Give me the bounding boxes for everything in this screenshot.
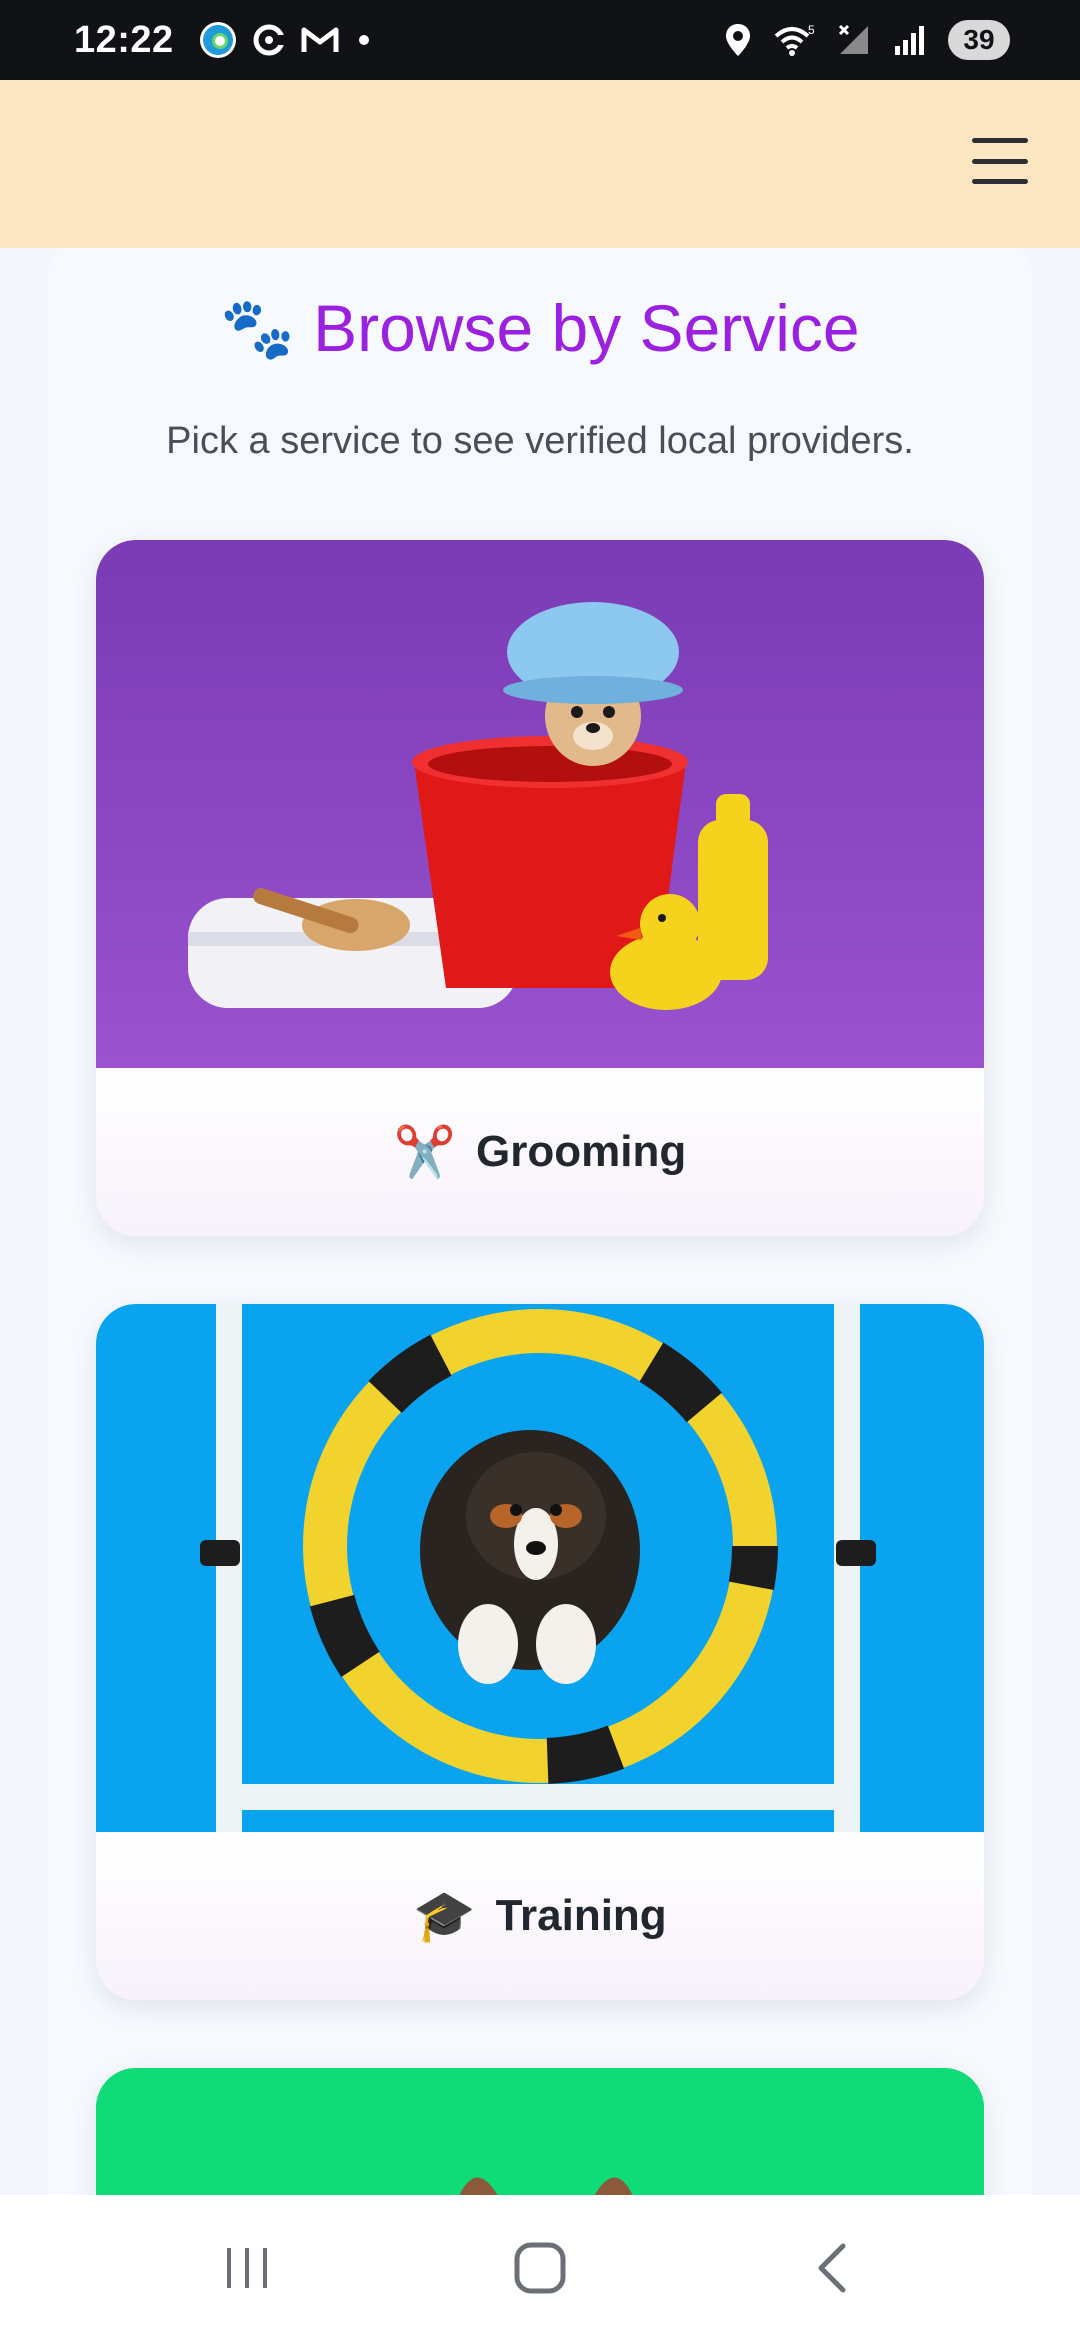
menu-line bbox=[972, 158, 1028, 164]
scissors-icon: ✂️ bbox=[393, 1123, 457, 1180]
system-nav-bar bbox=[0, 2195, 1080, 2340]
location-icon bbox=[726, 24, 750, 56]
menu-line bbox=[972, 138, 1028, 143]
home-icon[interactable] bbox=[480, 2228, 600, 2308]
svg-text:5: 5 bbox=[808, 23, 815, 37]
section-title-text: Browse by Service bbox=[313, 291, 860, 365]
hamburger-menu-icon[interactable] bbox=[972, 138, 1028, 184]
card-label-training: 🎓 Training bbox=[96, 1832, 984, 2000]
service-name: Grooming bbox=[476, 1127, 687, 1176]
gmail-icon bbox=[301, 27, 339, 52]
wifi-icon: 5 bbox=[774, 23, 815, 56]
training-illustration bbox=[96, 1304, 984, 1832]
battery-icon: 39 bbox=[948, 20, 1010, 60]
status-right: 5 39 bbox=[724, 20, 1010, 60]
main-content[interactable]: 🐾 Browse by Service Pick a service to se… bbox=[0, 248, 1080, 2195]
dot-icon bbox=[358, 35, 369, 45]
training-photo bbox=[96, 1304, 984, 1832]
status-bar: 12:22 5 39 bbox=[0, 0, 1080, 80]
card-label-grooming: ✂️ Grooming bbox=[96, 1068, 984, 1236]
grooming-illustration bbox=[96, 540, 984, 1068]
recents-icon[interactable] bbox=[187, 2228, 307, 2308]
c-app-icon bbox=[253, 24, 286, 56]
service-photo bbox=[96, 2068, 984, 2195]
service-card-3[interactable] bbox=[96, 2068, 984, 2195]
section-title: 🐾 Browse by Service bbox=[0, 290, 1080, 366]
back-icon[interactable] bbox=[773, 2228, 893, 2308]
signal-icon bbox=[895, 26, 924, 55]
edge-icon bbox=[199, 22, 236, 58]
menu-line bbox=[972, 179, 1028, 184]
section-subtitle: Pick a service to see verified local pro… bbox=[166, 420, 914, 462]
service-card-grooming[interactable]: ✂️ Grooming bbox=[96, 540, 984, 1236]
service-illustration bbox=[96, 2068, 984, 2195]
status-time: 12:22 bbox=[74, 18, 174, 61]
paw-icon: 🐾 bbox=[220, 294, 296, 362]
status-left: 12:22 bbox=[74, 19, 374, 62]
service-card-training[interactable]: 🎓 Training bbox=[96, 1304, 984, 2000]
app-header bbox=[0, 80, 1080, 248]
grooming-photo bbox=[96, 540, 984, 1068]
no-signal-icon bbox=[838, 24, 868, 54]
service-name: Training bbox=[495, 1891, 667, 1940]
graduation-cap-icon: 🎓 bbox=[413, 1887, 476, 1944]
